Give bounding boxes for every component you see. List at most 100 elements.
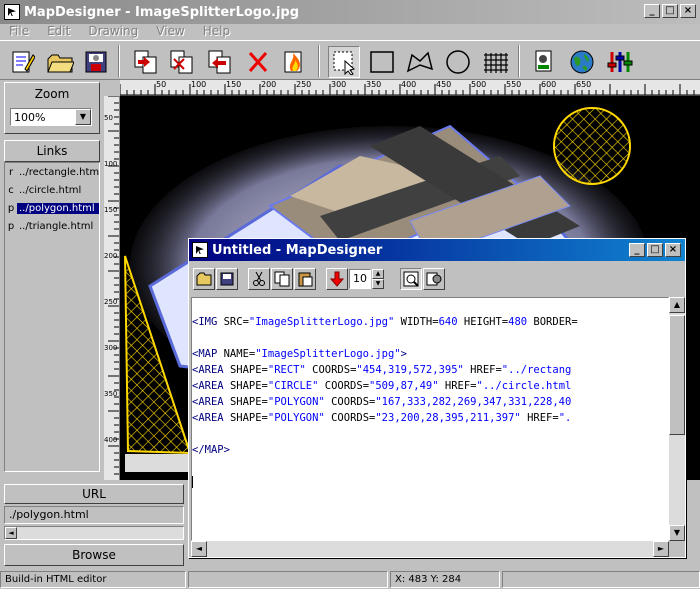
html-doc-icon[interactable] (278, 46, 310, 78)
rectangle-tool-icon[interactable] (366, 46, 398, 78)
scroll-left-icon[interactable]: ◄ (5, 527, 17, 539)
code-line: </MAP> (192, 444, 230, 456)
zoom-select[interactable]: 100% ▼ (10, 108, 92, 126)
code-editor[interactable]: <IMG SRC="ImageSplitterLogo.jpg" WIDTH=6… (191, 297, 669, 541)
ruler-tick-label: 650 (576, 80, 592, 89)
code-line: <IMG SRC="ImageSplitterLogo.jpg" WIDTH=6… (192, 316, 578, 328)
window-title: MapDesigner - ImageSplitterLogo.jpg (24, 4, 300, 20)
ruler-tick-label: 300 (104, 344, 118, 352)
menu-view[interactable]: View (147, 24, 193, 40)
spin-up-icon[interactable]: ▲ (372, 269, 384, 279)
html-editor-window[interactable]: Untitled - MapDesigner _ □ × 10 ▲ ▼ <IMG… (188, 238, 686, 558)
editor-maximize-button[interactable]: □ (647, 243, 663, 257)
zoom-value: 100% (14, 110, 46, 124)
scroll-down-icon[interactable]: ▼ (669, 525, 685, 541)
url-label: URL (4, 484, 184, 504)
ruler-tick-label: 600 (541, 80, 557, 89)
menu-drawing[interactable]: Drawing (79, 24, 147, 40)
circle-tool-icon[interactable] (442, 46, 474, 78)
list-item[interactable]: r ../rectangle.html (5, 163, 99, 181)
scroll-thumb[interactable] (669, 315, 685, 435)
scroll-right-icon[interactable]: ► (653, 541, 669, 557)
code-line (192, 474, 668, 490)
ruler-tick-label: 150 (226, 80, 242, 89)
editor-title-bar[interactable]: Untitled - MapDesigner (189, 239, 685, 261)
ruler-tick-label: 200 (104, 252, 118, 260)
links-label: Links (5, 141, 99, 161)
list-item-selected[interactable]: p ../polygon.html (5, 199, 99, 217)
link-value: ../triangle.html (19, 220, 94, 232)
close-button[interactable]: × (680, 4, 696, 18)
link-value: ../polygon.html (17, 202, 99, 214)
ruler-tick-label: 100 (191, 80, 207, 89)
horizontal-ruler: 50 100 150 200 250 300 350 400 450 500 550 600 650 (120, 80, 700, 96)
open-folder-icon[interactable] (193, 268, 215, 290)
settings-icon[interactable] (423, 268, 445, 290)
menu-file[interactable]: File (0, 24, 38, 40)
save-image-icon[interactable] (80, 46, 112, 78)
cut-doc-icon[interactable] (166, 46, 198, 78)
code-line: <MAP NAME="ImageSplitterLogo.jpg"> (192, 348, 407, 360)
url-input[interactable]: ./polygon.html (4, 506, 184, 524)
open-folder-icon[interactable] (44, 46, 76, 78)
scissors-icon[interactable] (248, 268, 270, 290)
copy-doc-icon[interactable] (130, 46, 162, 78)
code-line: <AREA SHAPE="CIRCLE" COORDS="509,87,49" … (192, 380, 572, 392)
preview-icon[interactable] (400, 268, 422, 290)
paste-icon[interactable] (294, 268, 316, 290)
paste-doc-icon[interactable] (204, 46, 236, 78)
properties-icon[interactable] (528, 46, 560, 78)
delete-icon[interactable] (242, 46, 274, 78)
code-line: <AREA SHAPE="POLYGON" COORDS="23,200,28,… (192, 412, 572, 424)
status-extra (502, 571, 700, 588)
spin-down-icon[interactable]: ▼ (372, 279, 384, 289)
status-bar: Build-in HTML editor X: 483 Y: 284 (0, 571, 700, 589)
down-arrow-icon[interactable] (326, 268, 348, 290)
ruler-tick-label: 200 (261, 80, 277, 89)
link-key: p (7, 202, 15, 214)
menu-help[interactable]: Help (194, 24, 239, 40)
main-toolbar (0, 40, 700, 80)
minimize-button[interactable]: _ (644, 4, 660, 18)
code-line: <AREA SHAPE="POLYGON" COORDS="167,333,28… (192, 396, 572, 408)
menu-bar: File Edit Drawing View Help (0, 24, 700, 40)
editor-minimize-button[interactable]: _ (629, 243, 645, 257)
editor-horizontal-scrollbar[interactable]: ◄ ► (191, 541, 669, 557)
browse-button[interactable]: Browse (4, 544, 184, 566)
main-title-bar[interactable]: MapDesigner - ImageSplitterLogo.jpg _ □ … (0, 0, 700, 24)
editor-close-button[interactable]: × (665, 243, 681, 257)
polygon-tool-icon[interactable] (404, 46, 436, 78)
settings-sliders-icon[interactable] (604, 46, 636, 78)
menu-edit[interactable]: Edit (38, 24, 79, 40)
list-item[interactable]: c ../circle.html (5, 181, 99, 199)
app-icon (4, 4, 20, 20)
save-disk-icon[interactable] (216, 268, 238, 290)
maximize-button[interactable]: □ (662, 4, 678, 18)
ruler-tick-label: 250 (104, 298, 118, 306)
chevron-down-icon[interactable]: ▼ (75, 109, 91, 125)
toolbar-separator (318, 45, 320, 77)
scroll-up-icon[interactable]: ▲ (669, 297, 685, 313)
scroll-left-icon[interactable]: ◄ (191, 541, 207, 557)
ruler-tick-label: 550 (506, 80, 522, 89)
status-empty (188, 571, 388, 588)
ruler-tick-label: 350 (104, 390, 118, 398)
new-file-icon[interactable] (6, 46, 38, 78)
links-list[interactable]: r ../rectangle.html c ../circle.html p ../p… (4, 162, 100, 472)
list-item[interactable]: p ../triangle.html (5, 217, 99, 235)
copy-icon[interactable] (271, 268, 293, 290)
web-globe-icon[interactable] (566, 46, 598, 78)
url-scrollbar[interactable]: ◄ (4, 526, 184, 540)
ruler-tick-label: 350 (366, 80, 382, 89)
editor-title: Untitled - MapDesigner (212, 242, 383, 258)
link-key: p (7, 220, 15, 232)
code-line: <AREA SHAPE="RECT" COORDS="454,319,572,3… (192, 364, 572, 376)
editor-vertical-scrollbar[interactable]: ▲ ▼ (669, 297, 685, 541)
select-tool-icon[interactable] (328, 46, 360, 78)
grid-icon[interactable] (480, 46, 512, 78)
indent-spin-input[interactable]: 10 (349, 269, 371, 289)
ruler-tick-label: 50 (156, 80, 167, 89)
